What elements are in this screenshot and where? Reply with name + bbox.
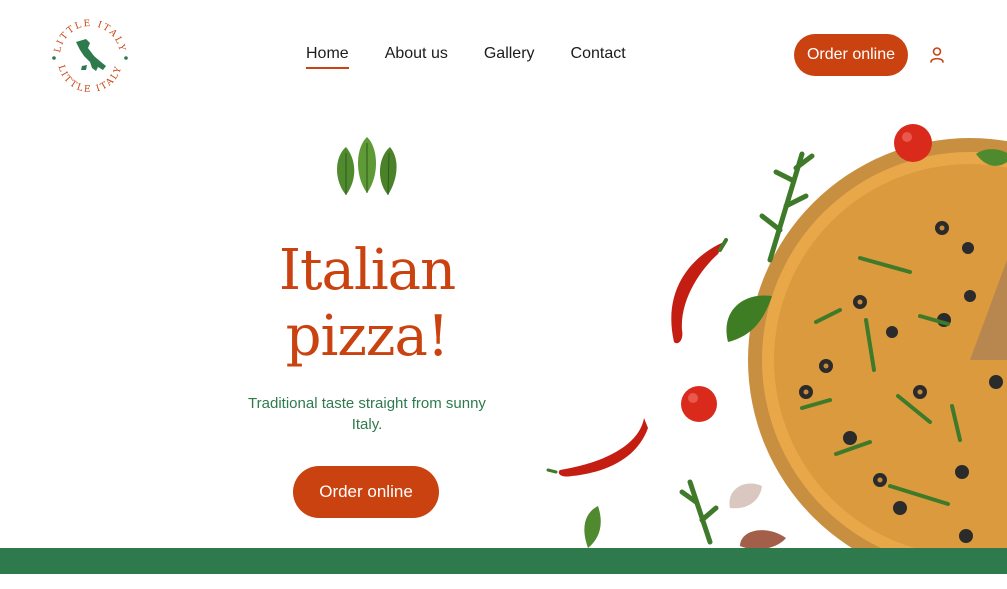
- nav-home[interactable]: Home: [306, 45, 349, 69]
- garlic-image: [729, 483, 762, 509]
- arugula-image-2: [679, 479, 719, 545]
- basil-leaf-image-2: [584, 506, 601, 548]
- user-icon[interactable]: [929, 46, 945, 64]
- tomato-image-2: [681, 386, 717, 422]
- pizza-illustration: [540, 110, 1007, 582]
- footer-band: [0, 548, 1007, 574]
- logo-emblem: LITTLE ITALY LITTLE ITALY: [52, 19, 128, 95]
- hero-title-line-1: Italian: [278, 238, 456, 303]
- nav-contact[interactable]: Contact: [571, 45, 626, 63]
- italy-map-icon: [76, 39, 106, 71]
- garlic-image-2: [740, 530, 786, 550]
- svg-text:LITTLE ITALY: LITTLE ITALY: [55, 64, 124, 95]
- basil-leaves-image: [332, 133, 402, 199]
- logo-text-top: LITTLE ITALY: [53, 19, 125, 54]
- logo[interactable]: LITTLE ITALY LITTLE ITALY: [46, 12, 134, 100]
- nav-about-us[interactable]: About us: [385, 45, 448, 63]
- header-order-online-button[interactable]: Order online: [794, 34, 908, 76]
- hero-title-line-2: pizza!: [285, 304, 450, 369]
- main-nav: Home About us Gallery Contact: [306, 45, 626, 69]
- hero-order-online-button[interactable]: Order online: [293, 466, 439, 518]
- logo-text-bottom: LITTLE ITALY: [55, 64, 122, 95]
- nav-gallery[interactable]: Gallery: [484, 45, 535, 63]
- chili-pepper-image: [671, 242, 724, 344]
- tomato-image: [894, 124, 932, 162]
- hero-title: Italian pizza!: [250, 238, 484, 370]
- hero-subtitle: Traditional taste straight from sunny It…: [248, 395, 486, 433]
- chili-pepper-image-2: [558, 418, 648, 477]
- svg-text:LITTLE ITALY: LITTLE ITALY: [53, 19, 127, 54]
